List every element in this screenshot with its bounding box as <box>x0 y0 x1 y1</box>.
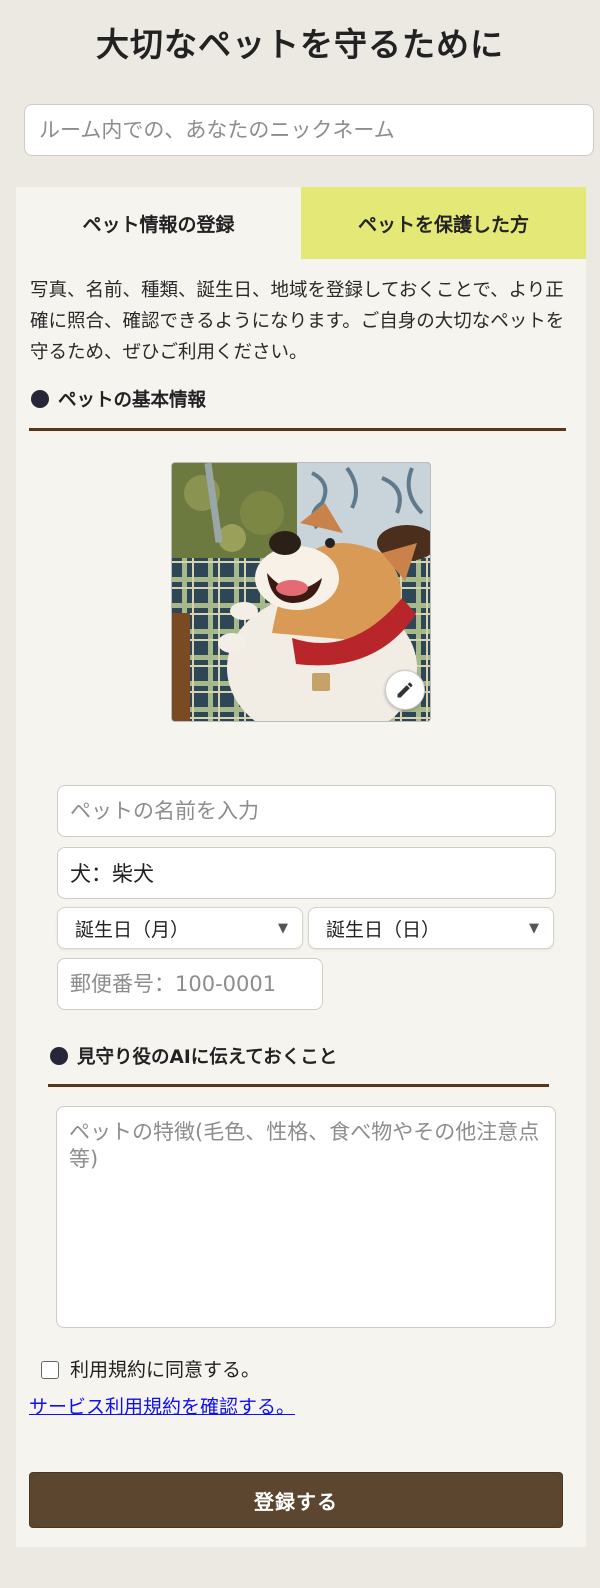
tab-register-pet[interactable]: ペット情報の登録 <box>16 187 301 259</box>
edit-photo-button[interactable] <box>385 670 425 710</box>
pet-name-input[interactable] <box>57 785 556 837</box>
birth-month-label: 誕生日（月） <box>75 918 190 941</box>
pet-notes-textarea[interactable] <box>56 1106 556 1328</box>
postal-code-input[interactable] <box>57 958 323 1010</box>
page: 大切なペットを守るために ペット情報の登録 ペットを保護した方 写真、名前、種類… <box>0 0 600 1588</box>
basic-info-heading: ペットの基本情報 <box>31 386 206 412</box>
chevron-down-icon: ▼ <box>529 920 539 936</box>
ai-notes-heading-label: 見守り役のAIに伝えておくこと <box>77 1047 338 1068</box>
terms-link[interactable]: サービス利用規約を確認する。 <box>29 1392 295 1419</box>
tab-bar: ペット情報の登録 ペットを保護した方 <box>16 187 586 259</box>
birth-day-label: 誕生日（日） <box>326 918 441 941</box>
page-title: 大切なペットを守るために <box>96 25 504 64</box>
terms-checkbox-label: 利用規約に同意する。 <box>70 1359 261 1381</box>
bullet-icon <box>31 390 49 408</box>
section-divider <box>29 428 566 431</box>
tab-found-pet[interactable]: ペットを保護した方 <box>301 187 586 259</box>
register-button[interactable]: 登録する <box>29 1472 563 1528</box>
description-text: 写真、名前、種類、誕生日、地域を登録しておくことで、より正確に照合、確認できるよ… <box>30 280 565 363</box>
ai-notes-heading: 見守り役のAIに伝えておくこと <box>50 1043 337 1069</box>
section-divider <box>48 1084 549 1087</box>
registration-card: ペット情報の登録 ペットを保護した方 写真、名前、種類、誕生日、地域を登録してお… <box>16 187 586 1547</box>
birth-day-select[interactable]: 誕生日（日） ▼ <box>308 907 554 949</box>
basic-info-heading-label: ペットの基本情報 <box>58 390 207 411</box>
nickname-input[interactable] <box>24 104 594 156</box>
chevron-down-icon: ▼ <box>278 920 288 936</box>
terms-checkbox[interactable] <box>41 1361 59 1379</box>
pet-species-input[interactable] <box>57 847 556 899</box>
pencil-icon <box>397 682 413 698</box>
birth-month-select[interactable]: 誕生日（月） ▼ <box>57 907 303 949</box>
bullet-icon <box>50 1047 68 1065</box>
